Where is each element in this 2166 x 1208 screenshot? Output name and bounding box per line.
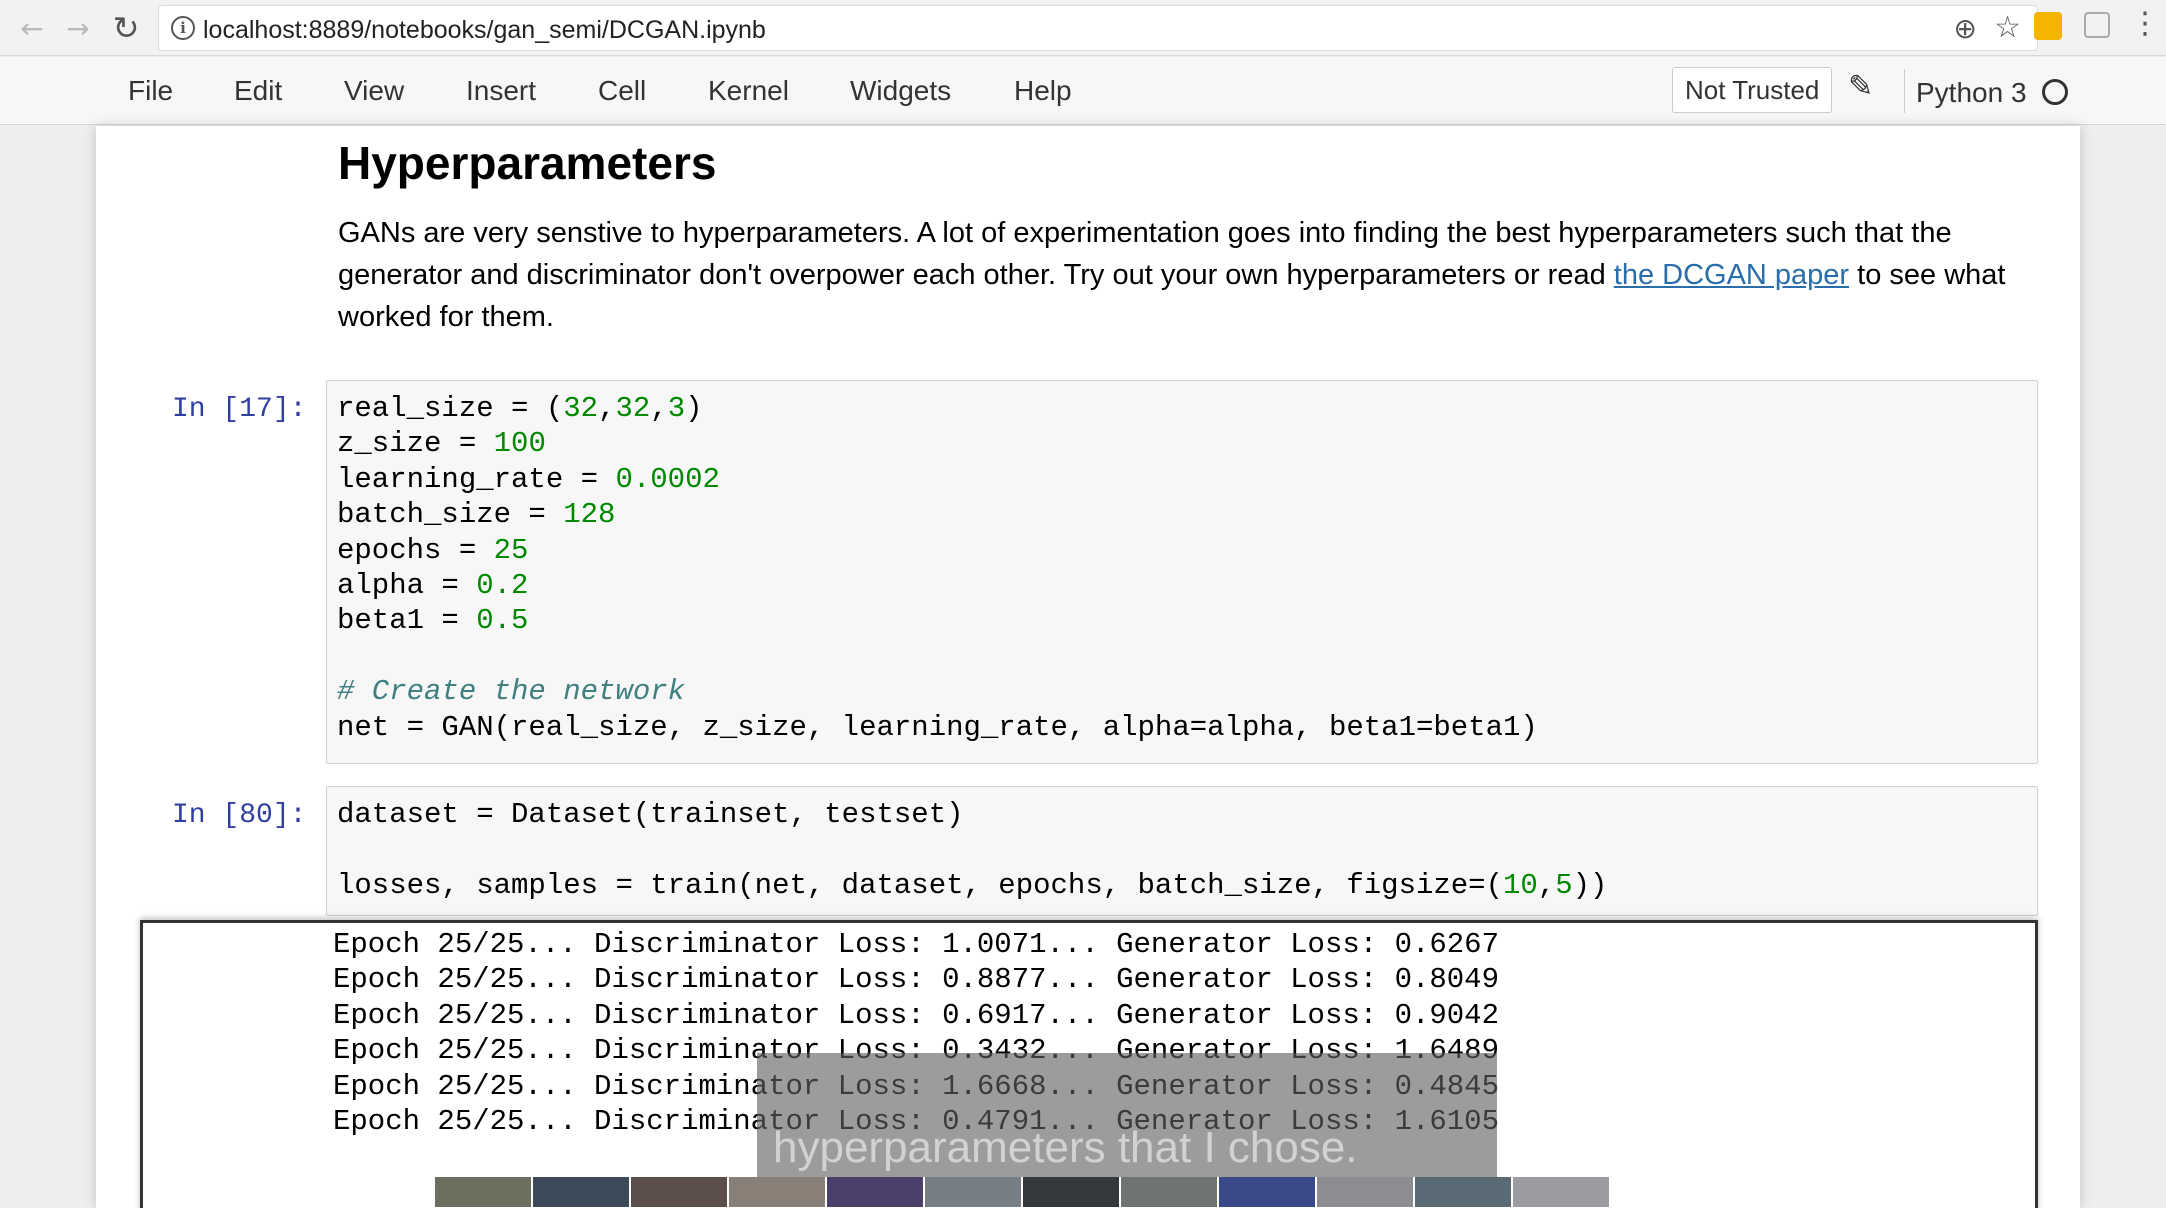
output-line: Epoch 25/25... Discriminator Loss: 1.007… — [333, 928, 1499, 961]
kernel-divider — [1904, 69, 1905, 113]
address-bar[interactable]: i localhost:8889/notebooks/gan_semi/DCGA… — [158, 5, 2038, 51]
output-line: Epoch 25/25... Discriminator Loss: 0.691… — [333, 998, 1499, 1032]
menu-dots-icon[interactable]: ⋮ — [2130, 6, 2160, 41]
browser-toolbar: ← → ↻ i localhost:8889/notebooks/gan_sem… — [0, 0, 2166, 56]
forward-arrow-icon[interactable]: → — [56, 6, 100, 50]
code-line: z_size = 100 — [337, 427, 546, 461]
not-trusted-button[interactable]: Not Trusted — [1672, 67, 1833, 113]
sample-tile — [1317, 1177, 1415, 1207]
notebook-container: Hyperparameters GANs are very senstive t… — [96, 126, 2080, 1208]
extension-icon[interactable] — [2034, 12, 2062, 40]
info-icon[interactable]: i — [171, 16, 195, 40]
menu-edit[interactable]: Edit — [234, 75, 282, 107]
sample-tile — [631, 1177, 729, 1207]
code-editor[interactable]: dataset = Dataset(trainset, testset) los… — [337, 797, 1607, 903]
code-line: epochs = 25 — [337, 533, 529, 567]
menu-cell[interactable]: Cell — [598, 75, 646, 107]
code-cell[interactable]: real_size = (32,32,3) z_size = 100 learnin… — [326, 380, 2038, 764]
code-line: # Create the network — [337, 675, 686, 709]
sample-tile — [533, 1177, 631, 1207]
reload-icon[interactable]: ↻ — [104, 6, 148, 50]
menu-widgets[interactable]: Widgets — [850, 75, 951, 107]
generated-samples-image — [435, 1177, 1611, 1207]
pencil-icon[interactable]: ✎ — [1848, 69, 1873, 104]
code-line: learning_rate = 0.0002 — [337, 462, 720, 496]
code-line: net = GAN(real_size, z_size, learning_ra… — [337, 710, 1538, 744]
notebook-menubar: File Edit View Insert Cell Kernel Widget… — [0, 57, 2166, 125]
code-line: real_size = (32,32,3) — [337, 392, 703, 425]
code-line: beta1 = 0.5 — [337, 604, 529, 638]
video-subtitle-overlay: hyperparameters that I chose. — [757, 1053, 1497, 1181]
markdown-paragraph: GANs are very senstive to hyperparameter… — [338, 212, 2058, 338]
code-line: alpha = 0.2 — [337, 569, 529, 603]
menu-insert[interactable]: Insert — [466, 75, 536, 107]
menu-kernel[interactable]: Kernel — [708, 75, 789, 107]
cell-prompt: In [80]: — [172, 800, 307, 831]
cell-prompt: In [17]: — [172, 394, 307, 425]
code-cell[interactable]: dataset = Dataset(trainset, testset) los… — [326, 786, 2038, 916]
code-line: losses, samples = train(net, dataset, ep… — [337, 868, 1608, 902]
code-line: dataset = Dataset(trainset, testset) — [337, 798, 964, 831]
sample-tile — [729, 1177, 827, 1207]
cell-output[interactable]: Epoch 25/25... Discriminator Loss: 1.007… — [140, 920, 2038, 1208]
sample-tile — [1219, 1177, 1317, 1207]
menu-file[interactable]: File — [128, 75, 173, 107]
sample-tile — [827, 1177, 925, 1207]
kernel-idle-icon — [2042, 79, 2068, 105]
url-text[interactable]: localhost:8889/notebooks/gan_semi/DCGAN.… — [203, 16, 766, 45]
menu-help[interactable]: Help — [1014, 75, 1072, 107]
extension-icon-secondary[interactable] — [2084, 12, 2110, 38]
code-editor[interactable]: real_size = (32,32,3) z_size = 100 learnin… — [337, 391, 1538, 745]
back-arrow-icon[interactable]: ← — [10, 6, 54, 50]
zoom-icon[interactable]: ⊕ — [1954, 12, 1977, 45]
menu-view[interactable]: View — [344, 75, 404, 107]
subtitle-text: hyperparameters that I chose. — [773, 1123, 1358, 1172]
sample-tile — [435, 1177, 533, 1207]
star-icon[interactable]: ☆ — [1994, 10, 2021, 45]
sample-tile — [925, 1177, 1023, 1207]
code-line: batch_size = 128 — [337, 498, 616, 532]
kernel-name: Python 3 — [1916, 77, 2027, 108]
markdown-heading: Hyperparameters — [338, 137, 717, 189]
sample-tile — [1415, 1177, 1513, 1207]
sample-tile — [1513, 1177, 1611, 1207]
sample-tile — [1023, 1177, 1121, 1207]
dcgan-paper-link[interactable]: the DCGAN paper — [1614, 259, 1849, 291]
sample-tile — [1121, 1177, 1219, 1207]
output-line: Epoch 25/25... Discriminator Loss: 0.887… — [333, 963, 1499, 997]
